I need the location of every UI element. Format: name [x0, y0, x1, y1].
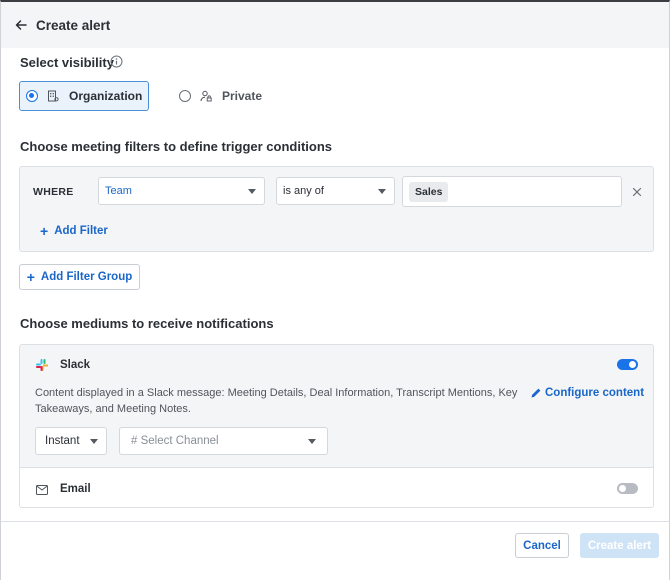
email-icon — [36, 485, 48, 495]
slack-toggle[interactable] — [617, 359, 638, 370]
panel-header: Create alert — [1, 2, 669, 48]
filter-field-value: Team — [105, 185, 132, 197]
add-filter-group-label: Add Filter Group — [40, 271, 133, 283]
visibility-option-private[interactable]: Private — [173, 81, 262, 111]
slack-description: Content displayed in a Slack message: Me… — [35, 387, 518, 415]
page-title: Create alert — [36, 17, 111, 33]
visibility-option-label: Organization — [69, 89, 143, 103]
plus-icon: + — [26, 269, 35, 285]
chevron-down-icon — [378, 189, 386, 194]
slack-medium: Slack Content displayed in a Slack messa… — [20, 345, 653, 468]
info-icon[interactable] — [110, 55, 123, 68]
private-user-icon — [200, 90, 212, 102]
add-filter-button[interactable]: + Add Filter — [40, 223, 108, 239]
visibility-title: Select visibility — [20, 55, 114, 70]
create-alert-button[interactable]: Create alert — [580, 533, 659, 558]
add-filter-group-button[interactable]: + Add Filter Group — [19, 264, 140, 290]
slack-frequency-select[interactable]: Instant — [35, 427, 107, 455]
configure-content-label: Configure content — [545, 387, 645, 399]
cancel-button[interactable]: Cancel — [515, 533, 569, 558]
value-chip[interactable]: Sales — [409, 181, 449, 202]
slack-channel-placeholder: # Select Channel — [131, 435, 219, 447]
chevron-down-icon — [90, 439, 98, 444]
slack-icon — [36, 359, 48, 371]
remove-filter-icon[interactable] — [632, 187, 642, 197]
back-arrow-icon[interactable] — [14, 18, 28, 32]
filter-group: WHERE Team is any of Sales + Add Filter — [19, 166, 654, 252]
organization-icon — [48, 90, 59, 102]
pencil-icon — [531, 388, 541, 398]
configure-content-link[interactable]: Configure content — [530, 387, 644, 399]
chevron-down-icon — [308, 439, 316, 444]
filters-title: Choose meeting filters to define trigger… — [20, 139, 333, 154]
visibility-option-organization[interactable]: Organization — [19, 81, 149, 111]
filter-field-select[interactable]: Team — [98, 177, 265, 205]
chevron-down-icon — [248, 189, 256, 194]
email-toggle[interactable] — [617, 483, 638, 494]
slack-channel-select[interactable]: # Select Channel — [119, 427, 328, 455]
mediums-box: Slack Content displayed in a Slack messa… — [19, 344, 654, 508]
filter-operator-select[interactable]: is any of — [276, 177, 395, 205]
add-filter-label: Add Filter — [54, 225, 108, 237]
filter-values-input[interactable]: Sales — [402, 176, 622, 207]
radio-selected-icon — [26, 90, 38, 102]
email-label: Email — [60, 483, 91, 495]
visibility-option-label: Private — [222, 89, 263, 103]
plus-icon: + — [40, 223, 49, 239]
slack-label: Slack — [60, 359, 91, 371]
filter-operator-value: is any of — [283, 185, 324, 197]
radio-unselected-icon — [179, 90, 191, 102]
where-label: WHERE — [33, 186, 74, 198]
mediums-title: Choose mediums to receive notifications — [20, 316, 274, 331]
footer-divider — [1, 521, 669, 522]
create-alert-panel: Create alert Select visibility Organizat… — [0, 0, 670, 580]
slack-frequency-value: Instant — [45, 435, 80, 447]
